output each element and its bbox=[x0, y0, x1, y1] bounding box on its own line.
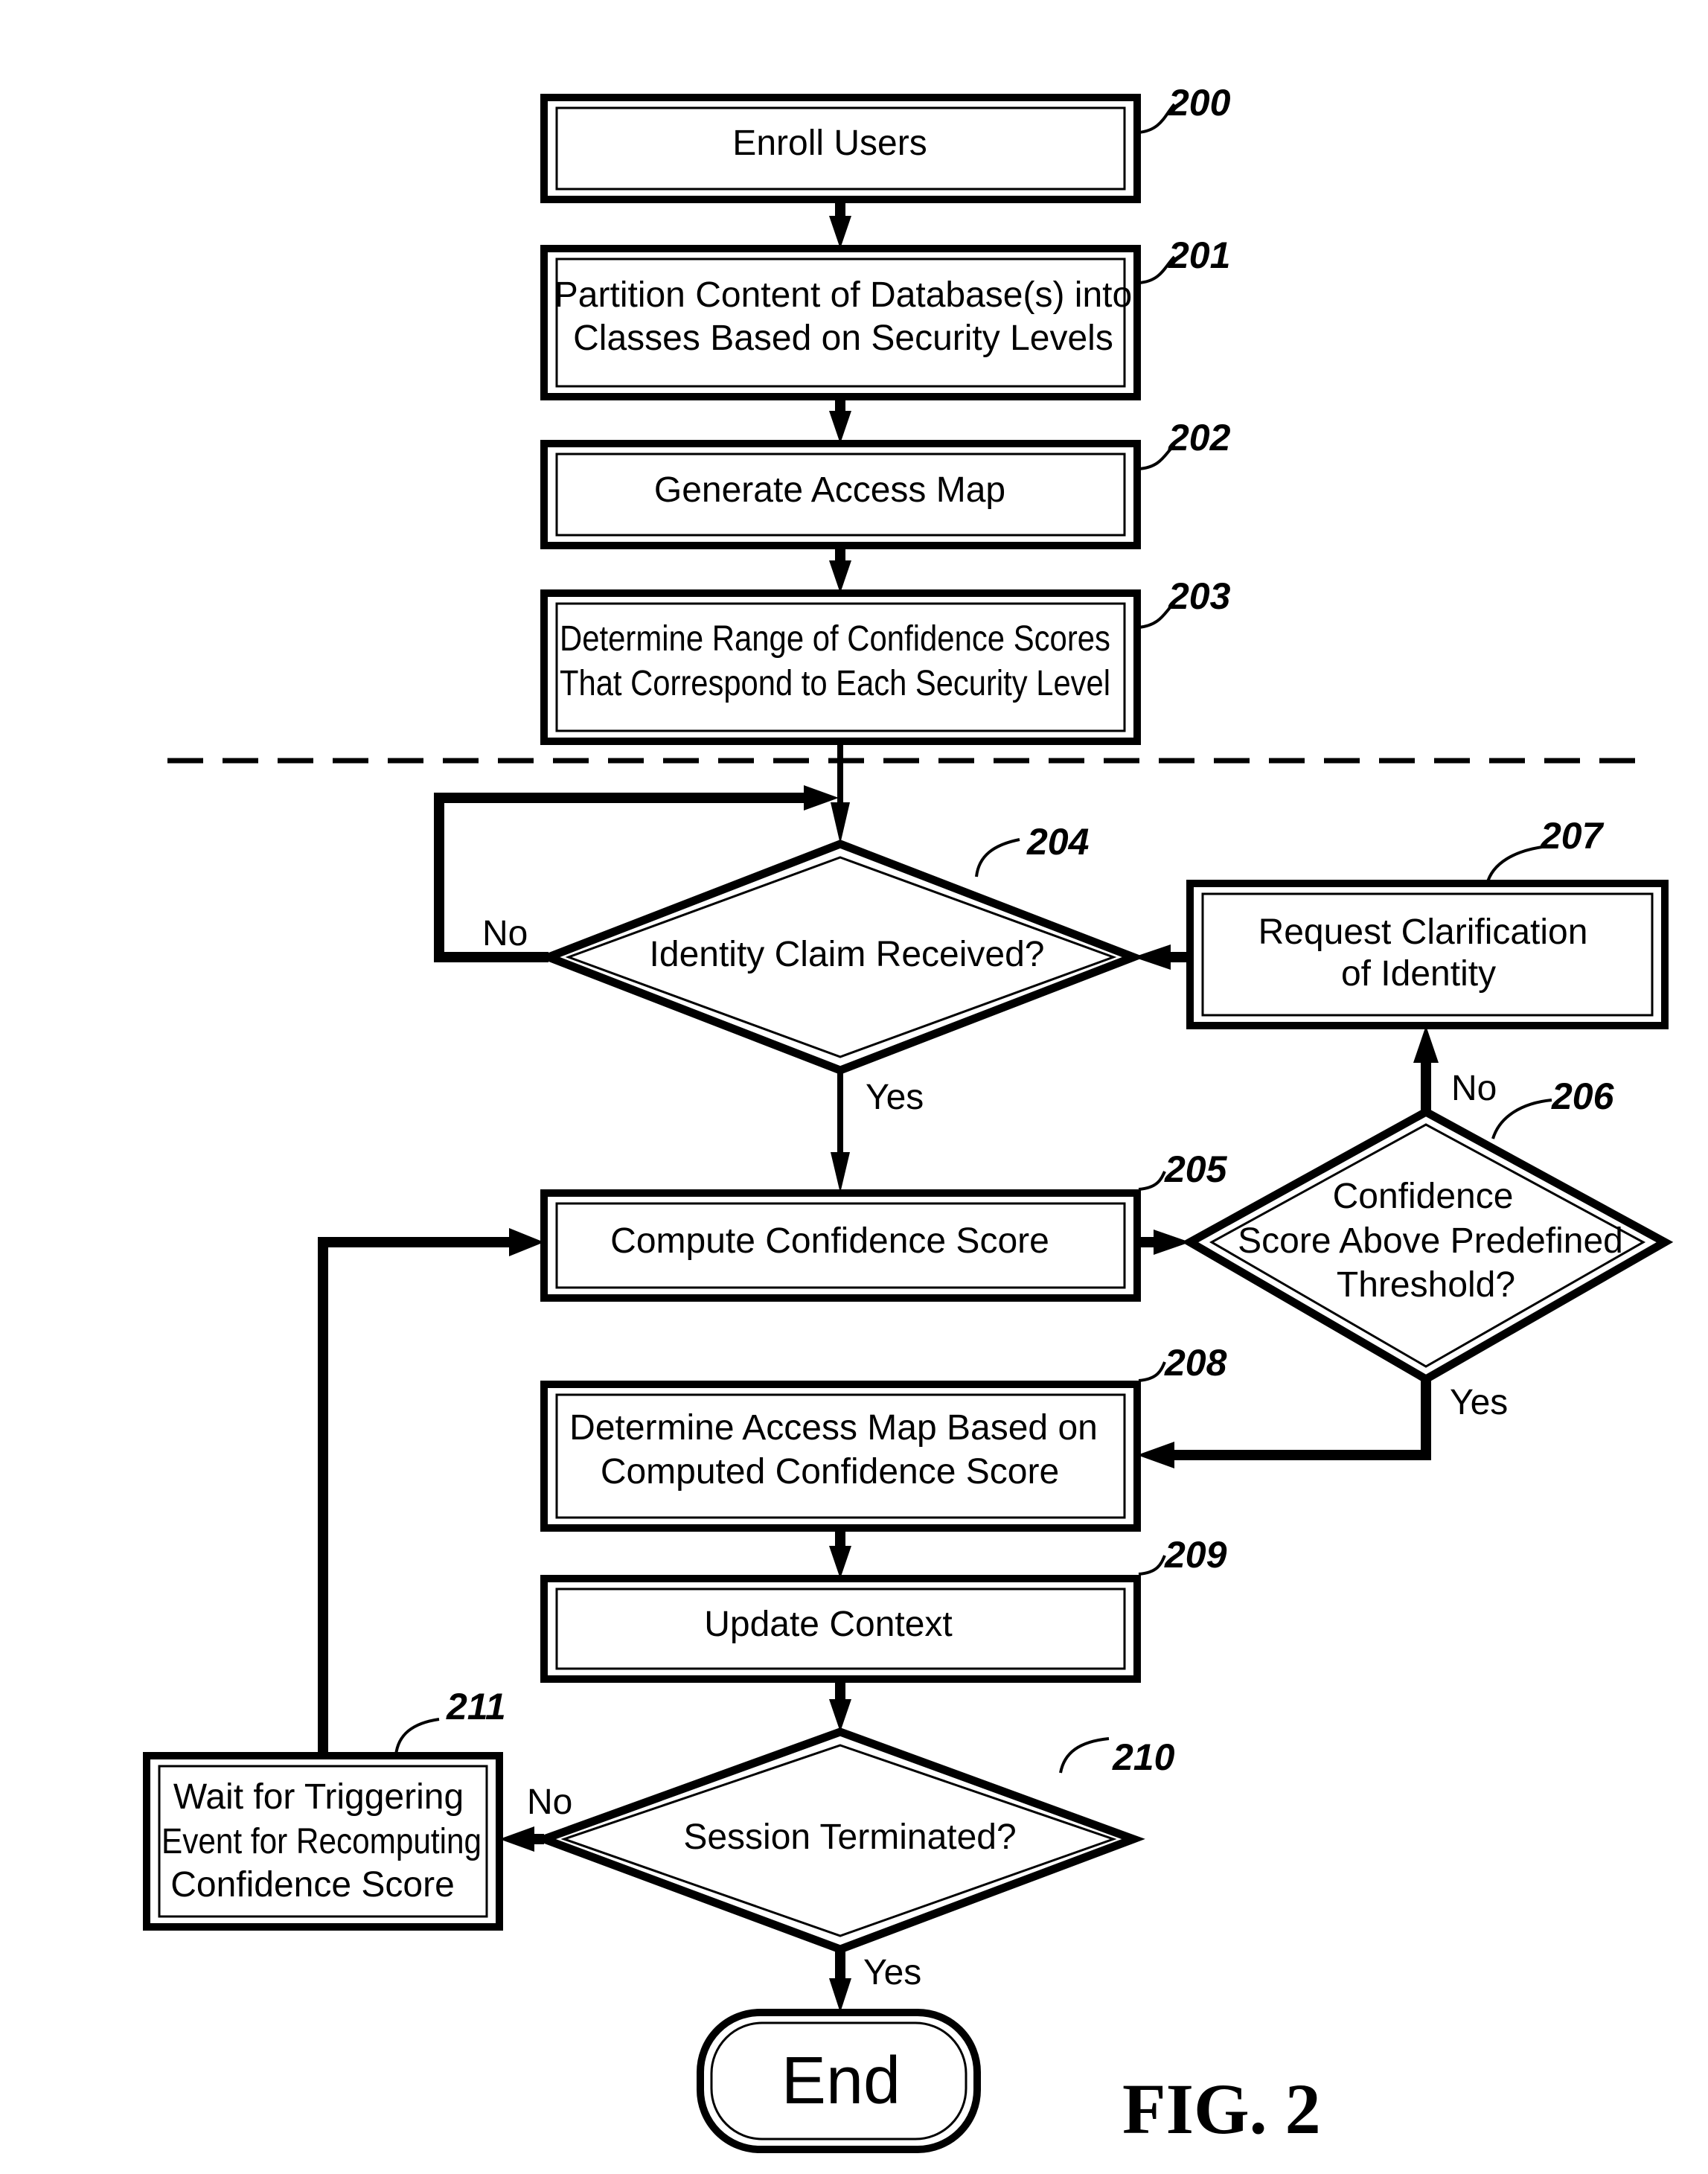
process-box-compute-confidence-score: Compute Confidence Score bbox=[540, 1189, 1141, 1302]
node-label-line-2: That Correspond to Each Security Level bbox=[560, 664, 1110, 703]
node-label: Update Context bbox=[704, 1605, 953, 1644]
leader-211 bbox=[394, 1718, 440, 1756]
node-label-line-2: Event for Recomputing bbox=[161, 1822, 482, 1861]
node-label-line-1: Confidence bbox=[1333, 1177, 1514, 1216]
edge-label-210-no: No bbox=[527, 1783, 572, 1822]
decision-identity-claim-received: Identity Claim Received? bbox=[537, 840, 1145, 1075]
node-label: Generate Access Map bbox=[654, 470, 1005, 510]
arrowhead-209-210 bbox=[829, 1699, 851, 1732]
figure-label: FIG. 2 bbox=[1122, 2069, 1321, 2149]
arrowhead-206-207 bbox=[1413, 1026, 1439, 1063]
node-label-line-2: Score Above Predefined bbox=[1238, 1221, 1623, 1261]
node-label: Enroll Users bbox=[732, 124, 927, 163]
ref-208: 208 bbox=[1164, 1342, 1227, 1384]
edge-label-210-yes: Yes bbox=[863, 1953, 921, 1992]
leader-206 bbox=[1491, 1099, 1552, 1139]
leader-207 bbox=[1485, 845, 1549, 885]
arrowhead-202-203 bbox=[829, 560, 851, 593]
ref-203: 203 bbox=[1168, 575, 1231, 617]
node-label-line-3: Threshold? bbox=[1337, 1265, 1515, 1305]
arrowhead-200-201 bbox=[829, 216, 851, 249]
terminator-end: End bbox=[697, 2009, 981, 2153]
edge-label-206-yes: Yes bbox=[1450, 1383, 1508, 1422]
node-label-line-2: Computed Confidence Score bbox=[601, 1452, 1059, 1492]
edge-label-204-yes: Yes bbox=[866, 1078, 924, 1117]
arrowhead-210-211 bbox=[499, 1826, 534, 1852]
arrowhead-201-202 bbox=[829, 411, 851, 444]
process-box-wait-for-trigger: Wait for Triggering Event for Recomputin… bbox=[143, 1752, 503, 1931]
ref-210: 210 bbox=[1112, 1736, 1175, 1778]
node-label: Identity Claim Received? bbox=[650, 935, 1045, 974]
edge-206-208 bbox=[1168, 1379, 1431, 1460]
ref-201: 201 bbox=[1168, 234, 1230, 276]
ref-200: 200 bbox=[1168, 82, 1231, 124]
node-label: Compute Confidence Score bbox=[610, 1221, 1049, 1261]
node-label-line-1: Determine Range of Confidence Scores bbox=[560, 619, 1110, 659]
edge-label-204-no: No bbox=[482, 914, 528, 953]
process-box-enroll-users: Enroll Users bbox=[540, 94, 1141, 203]
ref-204: 204 bbox=[1026, 821, 1089, 863]
node-label: Session Terminated? bbox=[683, 1817, 1016, 1857]
end-label: End bbox=[781, 2044, 901, 2118]
node-label-line-1: Determine Access Map Based on bbox=[569, 1408, 1098, 1448]
leader-208 bbox=[1138, 1361, 1166, 1382]
ref-209: 209 bbox=[1164, 1534, 1227, 1576]
decision-confidence-above-threshold: Confidence Score Above Predefined Thresh… bbox=[1181, 1107, 1674, 1384]
leader-205 bbox=[1138, 1171, 1166, 1191]
process-box-request-clarification: Request Clarification of Identity bbox=[1186, 880, 1669, 1029]
node-label-line-2: Classes Based on Security Levels bbox=[573, 319, 1113, 358]
arrowhead-204-205 bbox=[831, 1152, 850, 1193]
arrowhead-208-209 bbox=[829, 1546, 851, 1579]
edge-211-205 bbox=[318, 1237, 514, 1756]
flowchart: No Yes No Yes No Yes Enroll Users Partit… bbox=[143, 82, 1674, 2153]
leader-209 bbox=[1138, 1555, 1166, 1576]
ref-211: 211 bbox=[446, 1686, 506, 1727]
process-box-partition-content: Partition Content of Database(s) into Cl… bbox=[540, 245, 1141, 400]
node-label-line-2: of Identity bbox=[1341, 954, 1496, 994]
arrowhead-211-205 bbox=[509, 1228, 544, 1256]
ref-206: 206 bbox=[1551, 1075, 1615, 1117]
leader-204 bbox=[975, 838, 1020, 877]
ref-207: 207 bbox=[1540, 815, 1605, 857]
leader-210 bbox=[1059, 1737, 1110, 1774]
arrowhead-210-end bbox=[829, 1978, 851, 2012]
process-box-determine-access-map: Determine Access Map Based on Computed C… bbox=[540, 1381, 1141, 1532]
process-box-determine-range: Determine Range of Confidence Scores Tha… bbox=[540, 589, 1141, 745]
ref-205: 205 bbox=[1164, 1148, 1228, 1190]
ref-202: 202 bbox=[1168, 417, 1231, 458]
decision-session-terminated: Session Terminated? bbox=[532, 1727, 1145, 1954]
edge-label-206-no: No bbox=[1451, 1069, 1497, 1108]
node-label-line-1: Request Clarification bbox=[1258, 912, 1588, 952]
node-label-line-3: Confidence Score bbox=[170, 1865, 455, 1905]
node-label-line-1: Wait for Triggering bbox=[173, 1777, 464, 1817]
process-box-generate-access-map: Generate Access Map bbox=[540, 440, 1141, 549]
arrowhead-206-208 bbox=[1137, 1442, 1174, 1468]
arrowhead-203-204 bbox=[831, 802, 850, 844]
node-label-line-1: Partition Content of Database(s) into bbox=[554, 275, 1132, 315]
process-box-update-context: Update Context bbox=[540, 1575, 1141, 1683]
